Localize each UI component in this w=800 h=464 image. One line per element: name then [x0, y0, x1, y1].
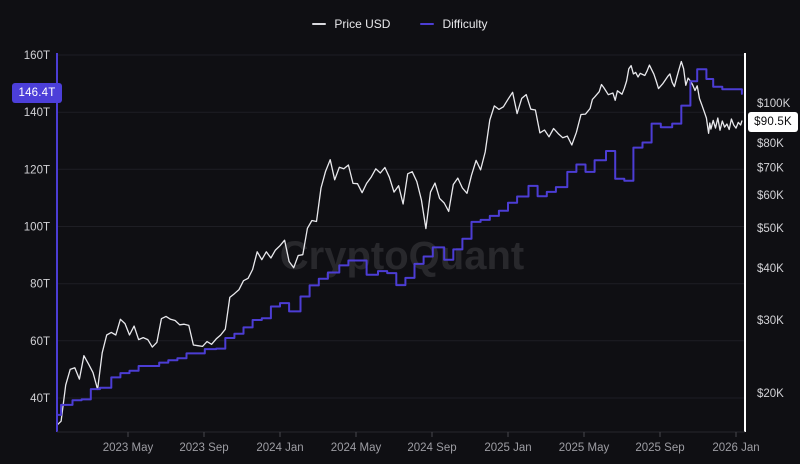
difficulty-tick-label: 80T [30, 279, 50, 291]
x-tick-label: 2025 Sep [635, 442, 684, 454]
price-tick-label: $80K [757, 138, 784, 150]
x-tick-label: 2023 Sep [179, 442, 228, 454]
gridlines [57, 55, 745, 398]
price-current-value-badge: $90.5K [748, 112, 798, 132]
x-tick-label: 2023 May [103, 442, 154, 454]
price-tick-label: $100K [757, 98, 791, 110]
price-tick-label: $60K [757, 190, 784, 202]
chart-canvas[interactable]: CryptoQuant 2023 May 2023 Sep 2024 Jan 2024… [0, 0, 800, 464]
difficulty-tick-label: 140T [24, 107, 50, 119]
x-tick-label: 2024 May [331, 442, 382, 454]
difficulty-tick-label: 40T [30, 393, 50, 405]
price-tick-label: $20K [757, 388, 784, 400]
x-tick-label: 2026 Jan [712, 442, 759, 454]
price-tick-label: $50K [757, 223, 784, 235]
cryptoquant-watermark: CryptoQuant [280, 234, 524, 278]
difficulty-tick-label: 120T [24, 164, 50, 176]
difficulty-tick-label: 160T [24, 50, 50, 62]
difficulty-current-value-badge: 146.4T [12, 83, 62, 103]
price-tick-label: $40K [757, 263, 784, 275]
difficulty-tick-label: 60T [30, 336, 50, 348]
price-tick-label: $30K [757, 315, 784, 327]
price-tick-label: $70K [757, 162, 784, 174]
x-tick-label: 2025 Jan [484, 442, 531, 454]
crypto-chart-panel: Price USD Difficulty CryptoQuant 2023 Ma… [0, 0, 800, 464]
difficulty-tick-label: 100T [24, 222, 50, 234]
x-tick-label: 2025 May [559, 442, 610, 454]
x-tick-label: 2024 Jan [256, 442, 303, 454]
x-tick-label: 2024 Sep [407, 442, 456, 454]
